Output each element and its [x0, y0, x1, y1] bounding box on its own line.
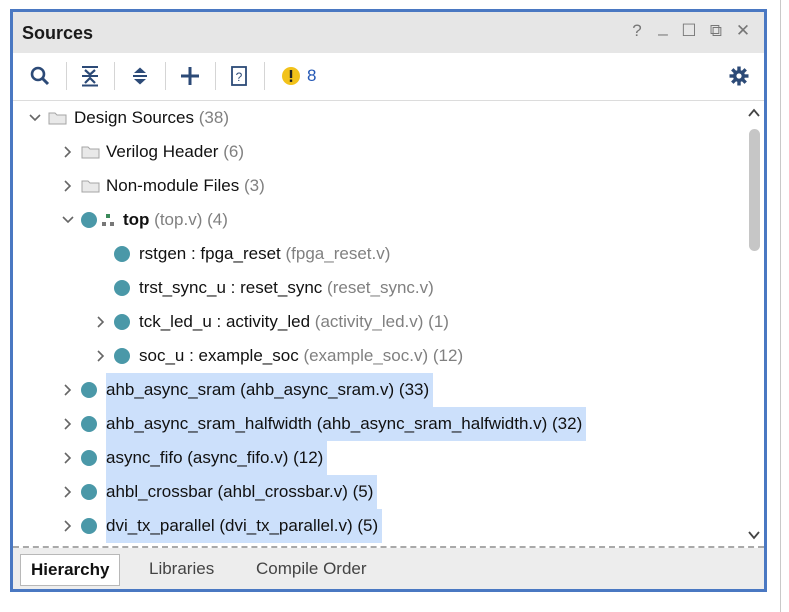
toolbar-divider: [215, 62, 216, 90]
folder-icon: [48, 112, 67, 125]
hierarchy-tree: Design Sources (38) Verilog Header (6) N…: [13, 101, 741, 544]
tree-row[interactable]: Design Sources (38): [13, 101, 741, 135]
float-icon[interactable]: ⧉: [706, 21, 726, 41]
gear-icon[interactable]: [726, 63, 752, 89]
tree-row[interactable]: dvi_tx_parallel (dvi_tx_parallel.v) (5): [13, 509, 741, 543]
sources-panel: Sources ? _ ☐ ⧉ ✕ ? 8 Design Sources (38…: [10, 9, 767, 592]
tree-row[interactable]: ahb_async_sram (ahb_async_sram.v) (33): [13, 373, 741, 407]
toolbar-divider: [66, 62, 67, 90]
outer-divider: [780, 0, 781, 612]
tree-row-label: ahb_async_sram_halfwidth (ahb_async_sram…: [106, 407, 587, 441]
tree-row[interactable]: async_fifo (async_fifo.v) (12): [13, 441, 741, 475]
tree-row-label: rstgen : fpga_reset (fpga_reset.v): [139, 244, 391, 263]
tree-row[interactable]: rstgen : fpga_reset (fpga_reset.v): [13, 237, 741, 271]
search-icon[interactable]: [27, 63, 53, 89]
scrollbar-thumb[interactable]: [749, 129, 760, 251]
module-dot-icon: [81, 450, 97, 466]
warning-icon[interactable]: [278, 63, 304, 89]
panel-title: Sources: [22, 23, 94, 43]
chevron-right-icon[interactable]: [94, 347, 108, 365]
vertical-scrollbar[interactable]: [744, 101, 764, 544]
tree-row[interactable]: tck_led_u : activity_led (activity_led.v…: [13, 305, 741, 339]
tree-row-label: ahbl_crossbar (ahbl_crossbar.v) (5): [106, 475, 378, 509]
toolbar: ? 8: [13, 53, 764, 101]
tab-compile-order[interactable]: Compile Order: [246, 554, 377, 584]
chevron-right-icon[interactable]: [94, 313, 108, 331]
chevron-right-icon[interactable]: [61, 449, 75, 467]
chevron-right-icon[interactable]: [61, 415, 75, 433]
chevron-right-icon[interactable]: [61, 517, 75, 535]
tree-row-label: top (top.v) (4): [123, 210, 228, 229]
tab-libraries[interactable]: Libraries: [139, 554, 224, 584]
module-dot-icon: [81, 382, 97, 398]
tree-row-label: async_fifo (async_fifo.v) (12): [106, 441, 328, 475]
top-module-icon: [102, 214, 114, 226]
toolbar-divider: [114, 62, 115, 90]
tree-row[interactable]: Non-module Files (3): [13, 169, 741, 203]
collapse-all-icon[interactable]: [77, 63, 103, 89]
tree-row-label: dvi_tx_parallel (dvi_tx_parallel.v) (5): [106, 509, 383, 543]
module-dot-icon: [81, 484, 97, 500]
expand-all-icon[interactable]: [127, 63, 153, 89]
module-dot-icon: [114, 246, 130, 262]
tree-row-label: Non-module Files (3): [106, 176, 265, 195]
svg-text:?: ?: [236, 70, 243, 84]
tree-row-label: trst_sync_u : reset_sync (reset_sync.v): [139, 278, 434, 297]
bottom-tab-bar: Hierarchy Libraries Compile Order: [13, 548, 764, 589]
tree-row-label: Verilog Header (6): [106, 142, 244, 161]
tab-hierarchy[interactable]: Hierarchy: [20, 554, 121, 586]
chevron-down-icon[interactable]: [28, 109, 42, 127]
tree-row-label: Design Sources (38): [74, 108, 229, 127]
module-dot-icon: [114, 348, 130, 364]
chevron-right-icon[interactable]: [61, 143, 75, 161]
tree-row[interactable]: Verilog Header (6): [13, 135, 741, 169]
chevron-down-icon[interactable]: [61, 211, 75, 229]
add-icon[interactable]: [177, 63, 203, 89]
tree-row-label: ahb_async_sram (ahb_async_sram.v) (33): [106, 373, 434, 407]
tree-row-label: soc_u : example_soc (example_soc.v) (12): [139, 346, 464, 365]
warning-count[interactable]: 8: [307, 66, 316, 86]
module-dot-icon: [114, 314, 130, 330]
toolbar-divider: [264, 62, 265, 90]
scroll-down-icon[interactable]: [747, 529, 761, 541]
module-dot-icon: [81, 212, 97, 228]
tree-row[interactable]: ahb_async_sram_halfwidth (ahb_async_sram…: [13, 407, 741, 441]
tree-row[interactable]: trst_sync_u : reset_sync (reset_sync.v): [13, 271, 741, 305]
scroll-up-icon[interactable]: [747, 107, 761, 119]
folder-icon: [81, 146, 100, 159]
module-dot-icon: [114, 280, 130, 296]
toolbar-divider: [165, 62, 166, 90]
tree-row[interactable]: top (top.v) (4): [13, 203, 741, 237]
tree-row-label: tck_led_u : activity_led (activity_led.v…: [139, 312, 449, 331]
chevron-right-icon[interactable]: [61, 177, 75, 195]
properties-icon[interactable]: ?: [226, 63, 252, 89]
panel-titlebar: Sources ? _ ☐ ⧉ ✕: [13, 12, 764, 53]
chevron-right-icon[interactable]: [61, 483, 75, 501]
help-icon[interactable]: ?: [627, 21, 647, 41]
maximize-icon[interactable]: ☐: [679, 21, 699, 41]
module-dot-icon: [81, 518, 97, 534]
close-icon[interactable]: ✕: [733, 21, 753, 41]
tree-row[interactable]: ahbl_crossbar (ahbl_crossbar.v) (5): [13, 475, 741, 509]
tree-row[interactable]: soc_u : example_soc (example_soc.v) (12): [13, 339, 741, 373]
chevron-right-icon[interactable]: [61, 381, 75, 399]
minimize-icon[interactable]: _: [653, 17, 673, 37]
folder-icon: [81, 180, 100, 193]
module-dot-icon: [81, 416, 97, 432]
